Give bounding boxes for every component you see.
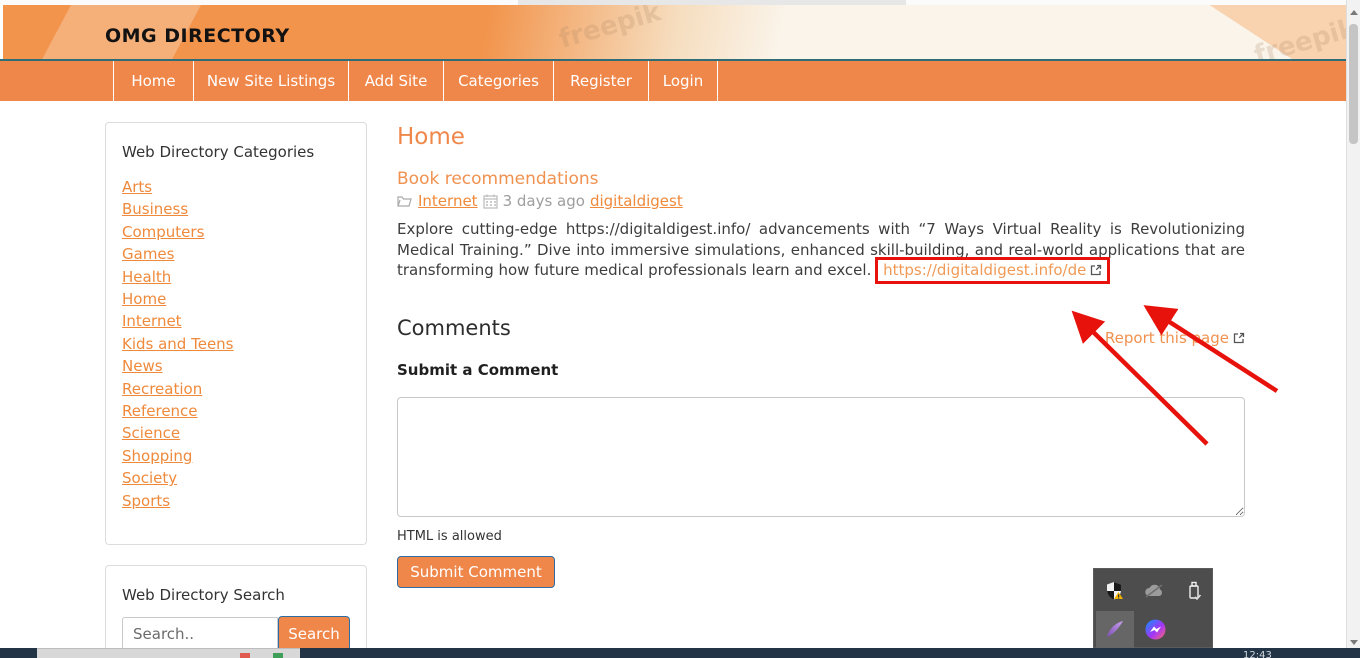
screen: freepik freepik OMG DIRECTORY Home New S… [0, 0, 1360, 658]
nav-item-login[interactable]: Login [648, 61, 718, 101]
search-input[interactable] [122, 617, 278, 650]
scrollbar-down-arrow-icon[interactable] [1350, 640, 1358, 645]
defender-alert-icon[interactable] [1102, 579, 1126, 603]
windows-taskbar[interactable]: 12:43 [0, 648, 1360, 658]
list-item: Sports [122, 490, 350, 512]
post-body-text: Explore cutting-edge https://digitaldige… [397, 220, 1245, 280]
post-body: Explore cutting-edge https://digitaldige… [397, 219, 1245, 285]
list-item: Internet [122, 310, 350, 332]
category-link-health[interactable]: Health [122, 268, 171, 286]
list-item: Kids and Teens [122, 333, 350, 355]
site-title: OMG DIRECTORY [105, 25, 290, 47]
search-row: Search [122, 616, 350, 651]
annotation-highlight-box: https://digitaldigest.info/de [875, 257, 1111, 285]
categories-card: Web Directory Categories Arts Business C… [105, 122, 367, 545]
categories-title: Web Directory Categories [122, 143, 315, 161]
category-link-kids-and-teens[interactable]: Kids and Teens [122, 335, 234, 353]
category-link-computers[interactable]: Computers [122, 223, 204, 241]
external-link-icon [1090, 261, 1102, 282]
site-header: freepik freepik OMG DIRECTORY [3, 5, 1346, 60]
system-tray-popup [1093, 568, 1213, 648]
post-category-link[interactable]: Internet [418, 192, 478, 210]
messenger-icon[interactable] [1143, 617, 1167, 641]
category-link-sports[interactable]: Sports [122, 492, 170, 510]
categories-list: Arts Business Computers Games Health Hom… [122, 176, 350, 512]
taskbar-app-segment[interactable] [37, 648, 300, 658]
cloud-offline-icon[interactable] [1142, 579, 1166, 603]
page-title: Home [397, 124, 465, 150]
search-button[interactable]: Search [278, 616, 350, 651]
scrollbar-thumb[interactable] [1349, 24, 1358, 144]
report-page-label: Report this page [1104, 329, 1229, 347]
category-link-shopping[interactable]: Shopping [122, 447, 192, 465]
html-allowed-note: HTML is allowed [397, 529, 502, 544]
category-link-news[interactable]: News [122, 357, 163, 375]
main-nav: Home New Site Listings Add Site Categori… [0, 59, 1346, 101]
taskbar-icon-green[interactable] [273, 653, 283, 658]
nav-item-categories[interactable]: Categories [443, 61, 553, 101]
list-item: Arts [122, 176, 350, 198]
nav-item-add-site[interactable]: Add Site [348, 61, 443, 101]
category-link-science[interactable]: Science [122, 424, 180, 442]
list-item: Reference [122, 400, 350, 422]
watermark-text: freepik [555, 5, 665, 55]
submit-comment-button[interactable]: Submit Comment [397, 556, 555, 588]
category-link-reference[interactable]: Reference [122, 402, 198, 420]
scrollbar[interactable] [1346, 0, 1360, 648]
calendar-icon [482, 194, 498, 209]
category-link-arts[interactable]: Arts [122, 178, 152, 196]
list-item: Business [122, 198, 350, 220]
search-title: Web Directory Search [122, 586, 285, 604]
taskbar-clock: 12:43 [1243, 650, 1272, 658]
category-link-society[interactable]: Society [122, 469, 177, 487]
list-item: Shopping [122, 445, 350, 467]
usb-safely-remove-icon[interactable] [1182, 579, 1206, 603]
category-link-home[interactable]: Home [122, 290, 166, 308]
post-date: 3 days ago [502, 192, 585, 210]
taskbar-icon-red[interactable] [240, 653, 250, 658]
nav-item-home[interactable]: Home [113, 61, 193, 101]
search-card: Web Directory Search Search [105, 565, 367, 655]
list-item: Games [122, 243, 350, 265]
list-item: Computers [122, 221, 350, 243]
list-item: Society [122, 467, 350, 489]
list-item: Home [122, 288, 350, 310]
report-page-link[interactable]: Report this page [1105, 329, 1245, 348]
comment-textarea[interactable] [397, 397, 1245, 517]
category-link-games[interactable]: Games [122, 245, 174, 263]
post-title-link[interactable]: Book recommendations [397, 169, 599, 189]
category-link-internet[interactable]: Internet [122, 312, 182, 330]
category-link-recreation[interactable]: Recreation [122, 380, 202, 398]
post-author-link[interactable]: digitaldigest [590, 192, 683, 210]
scrollbar-up-arrow-icon[interactable] [1350, 10, 1358, 15]
folder-icon [397, 194, 413, 208]
feather-pen-icon[interactable] [1103, 617, 1127, 641]
list-item: Health [122, 266, 350, 288]
post-external-link[interactable]: https://digitaldigest.info/de [883, 261, 1086, 279]
post-meta: Internet 3 days ago digitaldigest [397, 192, 683, 210]
list-item: Recreation [122, 378, 350, 400]
list-item: News [122, 355, 350, 377]
list-item: Science [122, 422, 350, 444]
category-link-business[interactable]: Business [122, 200, 188, 218]
comments-heading: Comments [397, 316, 511, 340]
nav-item-register[interactable]: Register [553, 61, 648, 101]
submit-comment-heading: Submit a Comment [397, 361, 559, 379]
external-link-icon [1233, 330, 1245, 348]
nav-item-new-site-listings[interactable]: New Site Listings [193, 61, 348, 101]
